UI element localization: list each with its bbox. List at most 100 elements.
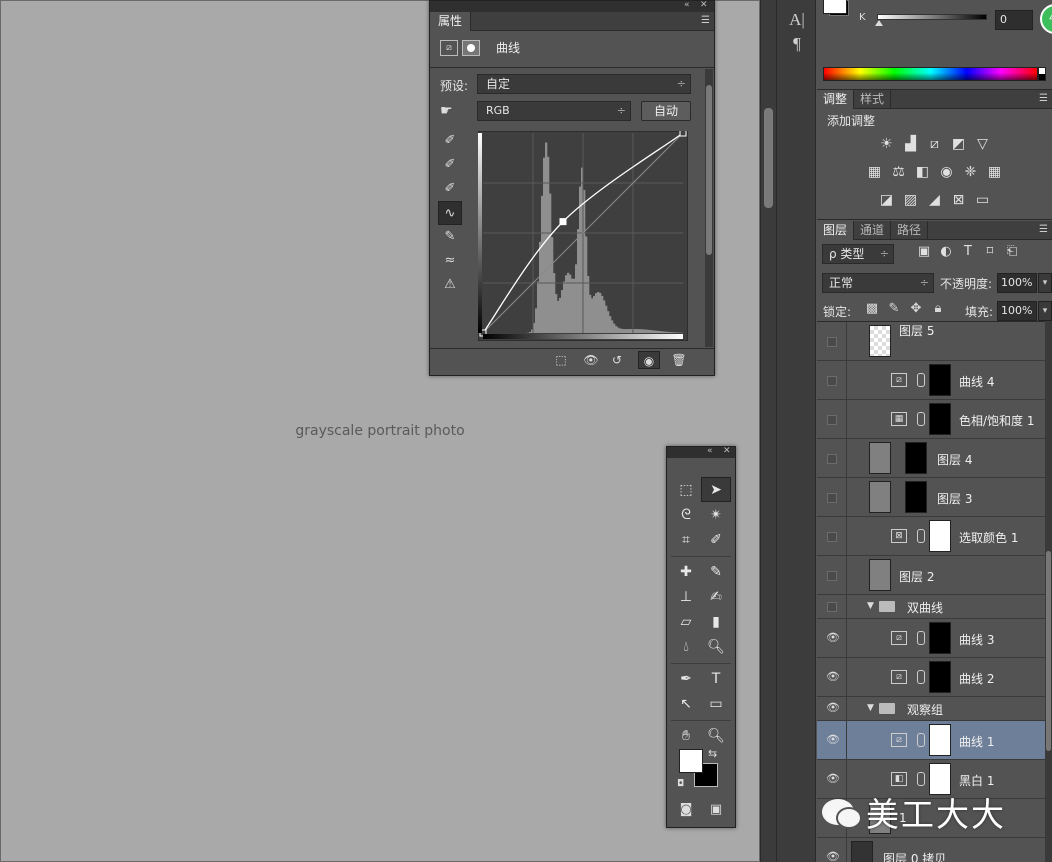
zoom-tool-icon[interactable]: 🔍︎ <box>701 724 731 749</box>
fill-dropdown-icon[interactable]: ▾ <box>1038 301 1052 321</box>
opacity-dropdown-icon[interactable]: ▾ <box>1038 273 1052 293</box>
layer-row[interactable]: 👁︎ 图层 0 拷贝 <box>817 838 1045 862</box>
exposure-icon[interactable]: ◩ <box>948 134 970 154</box>
foreground-color-swatch[interactable] <box>823 0 847 14</box>
collapse-icon[interactable]: « <box>684 0 690 10</box>
layers-menu-icon[interactable]: ☰ <box>1039 224 1048 235</box>
preset-select[interactable]: 自定 <box>477 74 691 94</box>
visibility-toggle[interactable] <box>817 439 847 477</box>
properties-menu-icon[interactable]: ☰ <box>701 15 710 26</box>
layer-mask-thumbnail[interactable] <box>929 364 951 396</box>
visibility-toggle[interactable] <box>817 595 847 618</box>
lock-paint-icon[interactable]: ✎ <box>883 301 905 316</box>
layer-thumbnail[interactable] <box>869 559 891 591</box>
shape-filter-icon[interactable]: ⌑ <box>979 244 1001 259</box>
close-icon[interactable]: ✕ <box>700 0 708 10</box>
link-icon[interactable] <box>917 373 925 387</box>
tab-adjustments[interactable]: 调整 <box>817 90 855 109</box>
curve-point-tool-icon[interactable]: ∿ <box>438 201 462 225</box>
vibrance-icon[interactable]: ▽ <box>972 134 994 154</box>
quick-mask-icon[interactable]: ◙ <box>671 799 701 821</box>
photo-filter-icon[interactable]: ◉ <box>936 162 958 182</box>
layer-mask-thumbnail[interactable] <box>929 403 951 435</box>
layer-row[interactable]: 👁︎ ⧄ 曲线 2 <box>817 658 1045 697</box>
layer-row[interactable]: 图层 4 <box>817 439 1045 478</box>
layer-mask-thumbnail[interactable] <box>905 442 927 474</box>
image-filter-icon[interactable]: ▣ <box>913 244 935 259</box>
k-slider-thumb[interactable] <box>875 20 883 26</box>
layer-row[interactable]: 👁︎ ⧄ 曲线 3 <box>817 619 1045 658</box>
color-balance-icon[interactable]: ⚖ <box>888 162 910 182</box>
blend-mode-select[interactable]: 正常 <box>822 273 934 293</box>
tab-channels[interactable]: 通道 <box>854 221 892 240</box>
magic-wand-icon[interactable]: ✴ <box>701 503 731 528</box>
gradient-tool-icon[interactable]: ▮ <box>701 610 731 635</box>
layer-mask-thumbnail[interactable] <box>929 661 951 693</box>
black-point-eyedropper-icon[interactable]: ✐ <box>438 129 462 153</box>
layer-row[interactable]: 图层 3 <box>817 478 1045 517</box>
curve-control-point[interactable] <box>679 131 687 137</box>
layer-thumbnail[interactable] <box>869 325 891 357</box>
view-previous-icon[interactable]: 👁︎ <box>580 351 602 369</box>
invert-icon[interactable]: ◪ <box>876 190 898 210</box>
clone-stamp-icon[interactable]: ⊥ <box>671 585 701 610</box>
levels-icon[interactable]: ▟ <box>900 134 922 154</box>
visibility-toggle[interactable]: 👁︎ <box>817 697 847 720</box>
channel-mixer-icon[interactable]: ❈ <box>960 162 982 182</box>
link-icon[interactable] <box>917 631 925 645</box>
layer-mask-thumbnail[interactable] <box>929 724 951 756</box>
lasso-tool-icon[interactable]: ᘓ <box>671 503 701 528</box>
black-white-swatch[interactable] <box>1038 67 1046 81</box>
layer-row[interactable]: ⧄ 曲线 4 <box>817 361 1045 400</box>
link-icon[interactable] <box>917 412 925 426</box>
layer-row[interactable]: 👁︎ ⧄ 曲线 1 <box>817 721 1045 760</box>
type-filter-icon[interactable]: T <box>957 244 979 259</box>
threshold-icon[interactable]: ◢ <box>924 190 946 210</box>
foreground-swatch[interactable] <box>679 749 703 773</box>
layer-filter-select[interactable]: ρ 类型 <box>822 244 894 264</box>
tab-layers[interactable]: 图层 <box>817 221 855 240</box>
fill-field[interactable]: 100% <box>997 301 1037 321</box>
default-colors-icon[interactable]: ◘ <box>677 779 684 789</box>
pen-tool-icon[interactable]: ✒ <box>671 667 701 692</box>
link-icon[interactable] <box>917 733 925 747</box>
white-point-eyedropper-icon[interactable]: ✐ <box>438 177 462 201</box>
clipping-warning-icon[interactable]: ⚠ <box>438 273 462 297</box>
pencil-draw-icon[interactable]: ✎ <box>438 225 462 249</box>
marquee-tool-icon[interactable]: ⬚ <box>671 478 701 503</box>
tools-drag-strip[interactable]: « ✕ <box>667 446 735 458</box>
smart-filter-icon[interactable]: ⎗ <box>1001 244 1023 259</box>
visibility-toggle[interactable] <box>817 361 847 399</box>
layer-mask-thumbnail[interactable] <box>929 622 951 654</box>
visibility-toggle[interactable]: 👁︎ <box>817 619 847 657</box>
layer-row[interactable]: ⊠ 选取颜色 1 <box>817 517 1045 556</box>
properties-scrollbar[interactable] <box>705 69 713 347</box>
history-brush-icon[interactable]: ✍ <box>701 585 731 610</box>
canvas-scrollbar[interactable] <box>760 0 776 862</box>
reset-icon[interactable]: ↺ <box>606 351 628 369</box>
link-icon[interactable] <box>917 529 925 543</box>
visibility-toggle[interactable] <box>817 478 847 516</box>
hand-tool-icon[interactable]: ✋︎ <box>671 724 701 749</box>
layer-row[interactable]: 图层 2 <box>817 556 1045 595</box>
properties-scroll-thumb[interactable] <box>706 85 712 255</box>
visibility-toggle[interactable]: 👁︎ <box>817 658 847 696</box>
blur-tool-icon[interactable]: 💧︎ <box>671 635 701 660</box>
layer-group-row[interactable]: 👁︎ ▼ 观察组 <box>817 697 1045 721</box>
tools-collapse-icon[interactable]: « <box>707 446 713 456</box>
smooth-curve-icon[interactable]: ≈ <box>438 249 462 273</box>
posterize-icon[interactable]: ▨ <box>900 190 922 210</box>
swap-colors-icon[interactable]: ⇆ <box>708 747 717 760</box>
clip-to-layer-icon[interactable]: ⬚ <box>550 351 572 369</box>
dodge-tool-icon[interactable]: 🔍︎ <box>701 635 731 660</box>
screen-mode-icon[interactable]: ▣ <box>701 799 731 821</box>
gray-point-eyedropper-icon[interactable]: ✐ <box>438 153 462 177</box>
brightness-icon[interactable]: ☀ <box>876 134 898 154</box>
opacity-field[interactable]: 100% <box>997 273 1037 293</box>
tab-paths[interactable]: 路径 <box>891 221 929 240</box>
auto-button[interactable]: 自动 <box>641 101 691 121</box>
visibility-toggle[interactable] <box>817 322 847 360</box>
layer-thumbnail[interactable] <box>869 442 891 474</box>
visibility-toggle[interactable] <box>817 556 847 594</box>
lock-all-icon[interactable]: 🔒︎ <box>927 301 949 316</box>
